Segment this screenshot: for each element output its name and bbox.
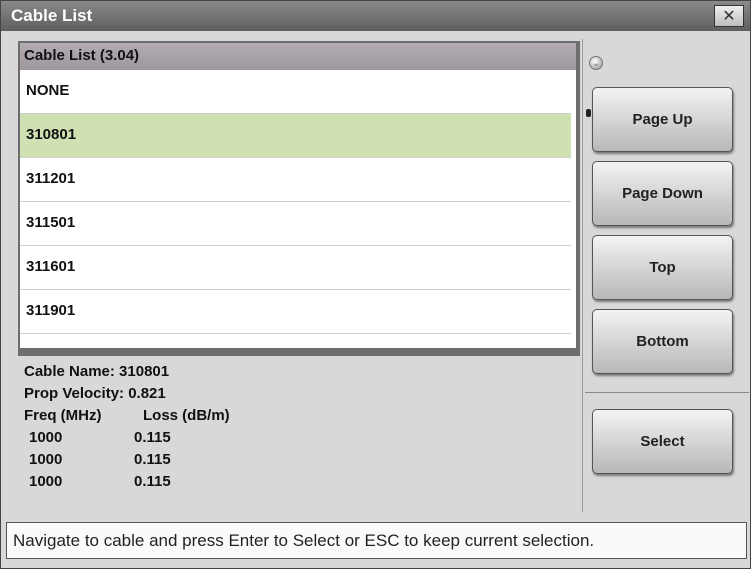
list-item[interactable]: NONE: [20, 70, 571, 114]
loss-header: Loss (dB/m): [143, 407, 230, 424]
close-icon: ✕: [722, 8, 736, 25]
window-title: Cable List: [11, 6, 93, 25]
status-bar: Navigate to cable and press Enter to Sel…: [6, 522, 747, 559]
divider-horizontal: [585, 392, 749, 393]
cable-list-dialog: Cable List ✕ Cable List (3.04) NONE 3108…: [0, 0, 751, 569]
list-item[interactable]: 311201: [20, 158, 571, 202]
list-item-label: 311601: [26, 258, 76, 275]
list-item-label: NONE: [26, 82, 70, 99]
list-item-selected[interactable]: 310801: [20, 114, 571, 158]
cable-name-value: 310801: [119, 363, 170, 380]
list-header: Cable List (3.04): [20, 43, 576, 70]
bottom-button[interactable]: Bottom: [592, 309, 733, 374]
freq-value: 1000: [29, 473, 63, 490]
chevron-down-icon: ⌄: [589, 56, 603, 70]
list-item-label: 311201: [26, 170, 76, 187]
cable-list-panel: Cable List (3.04) NONE 310801 311201 311…: [18, 41, 591, 356]
list-item[interactable]: 311901: [20, 290, 571, 334]
chevron-glyph: ⌄: [592, 57, 600, 68]
divider-vertical: [582, 39, 583, 512]
list-item[interactable]: 311601: [20, 246, 571, 290]
page-down-button[interactable]: Page Down: [592, 161, 733, 226]
list-item-label: 311501: [26, 214, 76, 231]
prop-velocity-value: 0.821: [128, 385, 166, 402]
list-item[interactable]: 311501: [20, 202, 571, 246]
top-button[interactable]: Top: [592, 235, 733, 300]
page-up-button[interactable]: Page Up: [592, 87, 733, 152]
list-header-title: Cable List (3.04): [24, 47, 140, 64]
cable-name-label: Cable Name:: [24, 363, 115, 380]
freq-value: 1000: [29, 429, 63, 446]
list-item-label: 311901: [26, 302, 76, 319]
title-bar: Cable List ✕: [1, 1, 750, 31]
cable-name-line: Cable Name: 310801: [24, 363, 169, 380]
prop-velocity-line: Prop Velocity: 0.821: [24, 385, 166, 402]
select-button[interactable]: Select: [592, 409, 733, 474]
loss-value: 0.115: [134, 451, 171, 468]
prop-velocity-label: Prop Velocity:: [24, 385, 125, 402]
status-text: Navigate to cable and press Enter to Sel…: [13, 531, 595, 550]
list-item-label: 310801: [26, 126, 77, 143]
loss-value: 0.115: [134, 473, 171, 490]
scroll-indicator[interactable]: [586, 109, 591, 117]
loss-value: 0.115: [134, 429, 171, 446]
freq-header: Freq (MHz): [24, 407, 102, 424]
close-button[interactable]: ✕: [714, 5, 744, 27]
freq-value: 1000: [29, 451, 63, 468]
cable-list[interactable]: NONE 310801 311201 311501 311601 311901: [20, 70, 576, 348]
